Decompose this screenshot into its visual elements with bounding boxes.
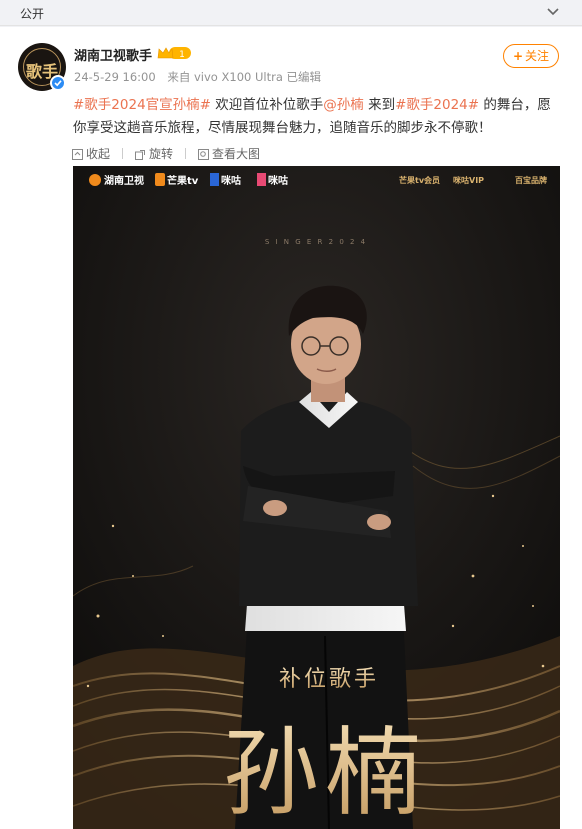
follow-label: 关注 bbox=[525, 49, 550, 63]
view-large-label: 查看大图 bbox=[212, 147, 261, 161]
hashtag-link[interactable]: #歌手2024# bbox=[395, 97, 479, 113]
author-name[interactable]: 湖南卫视歌手 bbox=[74, 45, 152, 64]
level-number: 1 bbox=[179, 50, 185, 60]
weibo-post-card: 歌手 湖南卫视歌手 1 24-5-29 16:00 来自 vivo X100 U… bbox=[0, 27, 582, 829]
post-source: 来自 vivo X100 Ultra bbox=[167, 70, 283, 84]
logo-brand: 百宝品牌 bbox=[515, 175, 547, 185]
post-text-part: 来到 bbox=[363, 97, 396, 113]
rotate-icon bbox=[135, 150, 146, 160]
member-crown-icon: 1 bbox=[157, 47, 191, 60]
logo-migu-2: 咪咕 bbox=[268, 174, 288, 187]
promo-poster-image[interactable]: 湖南卫视 芒果tv 咪咕 咪咕 芒果tv会员 咪咕VIP 百宝品牌 S I N … bbox=[73, 166, 560, 829]
zoom-icon bbox=[198, 149, 210, 160]
logo-hunan-tv: 湖南卫视 bbox=[104, 174, 144, 187]
collapse-button[interactable]: 收起 bbox=[72, 145, 110, 162]
poster-subtitle: 补位歌手 bbox=[279, 667, 379, 692]
post-text: #歌手2024官宣孙楠# 欢迎首位补位歌手@孙楠 来到#歌手2024# 的舞台，… bbox=[73, 94, 563, 140]
follow-button[interactable]: + 关注 bbox=[503, 44, 559, 68]
poster-singer-name: 孙楠 bbox=[223, 717, 427, 829]
view-large-button[interactable]: 查看大图 bbox=[198, 145, 260, 162]
logo-migu: 咪咕 bbox=[221, 174, 241, 187]
post-text-part: 欢迎首位补位歌手 bbox=[210, 97, 324, 113]
logo-migu-vip: 咪咕VIP bbox=[453, 175, 484, 185]
post-edited: 已编辑 bbox=[286, 70, 322, 84]
visibility-bar: 公开 bbox=[0, 0, 582, 26]
rotate-button[interactable]: 旋转 bbox=[135, 145, 173, 162]
singer-2024-tagline: S I N G E R 2 0 2 4 bbox=[265, 238, 367, 246]
plus-icon: + bbox=[512, 49, 524, 63]
chevron-down-icon[interactable] bbox=[546, 4, 560, 18]
rotate-label: 旋转 bbox=[149, 147, 174, 161]
image-toolbar: 收起 旋转 查看大图 bbox=[72, 145, 272, 162]
mention-link[interactable]: @孙楠 bbox=[323, 97, 364, 113]
logo-mango-vip: 芒果tv会员 bbox=[399, 175, 440, 185]
hashtag-link[interactable]: #歌手2024官宣孙楠# bbox=[73, 97, 211, 113]
collapse-icon bbox=[72, 149, 83, 160]
logo-mango-tv: 芒果tv bbox=[167, 174, 199, 187]
verified-icon bbox=[50, 75, 66, 91]
post-timestamp[interactable]: 24-5-29 16:00 bbox=[74, 70, 156, 84]
collapse-label: 收起 bbox=[86, 147, 111, 161]
visibility-label: 公开 bbox=[20, 7, 45, 21]
post-meta: 24-5-29 16:00 来自 vivo X100 Ultra 已编辑 bbox=[74, 69, 321, 85]
